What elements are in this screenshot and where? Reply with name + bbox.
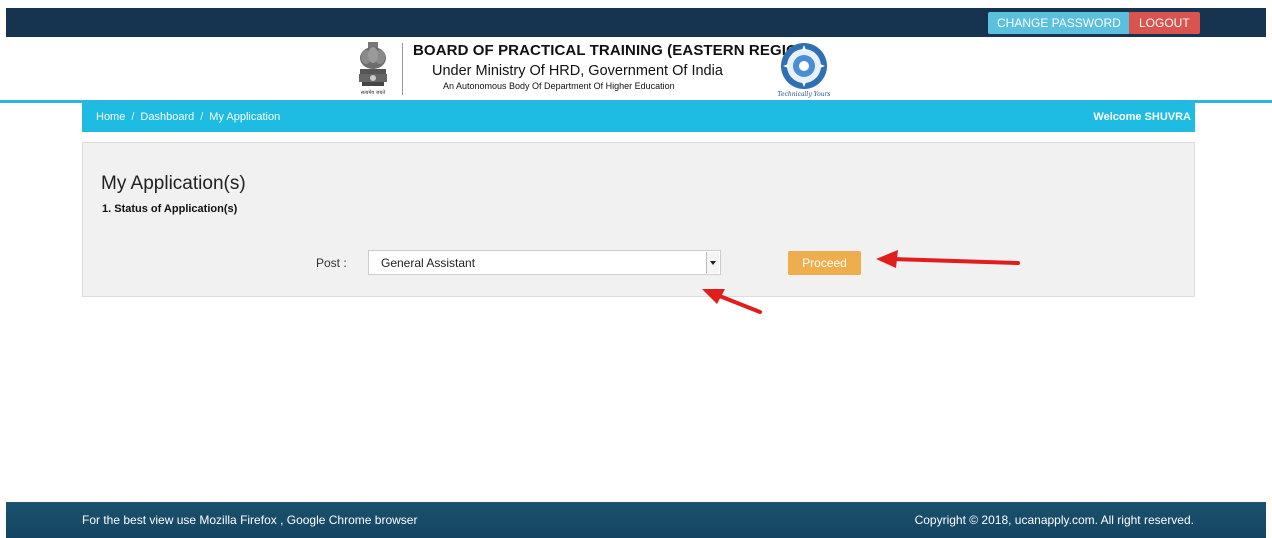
- breadcrumb-dashboard[interactable]: Dashboard: [140, 111, 194, 123]
- footer-browser-note: For the best view use Mozilla Firefox , …: [82, 513, 418, 527]
- national-emblem-icon: सत्यमेव जयते: [359, 42, 387, 96]
- breadcrumb-current: My Application: [209, 111, 281, 123]
- org-tagline: An Autonomous Body Of Department Of High…: [443, 81, 675, 91]
- org-title: BOARD OF PRACTICAL TRAINING (EASTERN REG…: [413, 42, 814, 59]
- dropdown-arrow-icon[interactable]: [706, 252, 719, 273]
- site-footer: For the best view use Mozilla Firefox , …: [6, 502, 1266, 538]
- seal-caption: Technically Yours: [777, 91, 830, 98]
- footer-copyright: Copyright © 2018, ucanapply.com. All rig…: [914, 513, 1194, 527]
- org-subtitle: Under Ministry Of HRD, Government Of Ind…: [432, 63, 723, 79]
- page-title: My Application(s): [101, 173, 246, 194]
- logout-button[interactable]: LOGOUT: [1129, 12, 1200, 34]
- breadcrumb-separator: /: [131, 111, 135, 123]
- post-selected-value: General Assistant: [381, 256, 476, 270]
- post-label: Post :: [316, 256, 347, 270]
- welcome-text: Welcome SHUVRA: [1093, 111, 1191, 123]
- breadcrumb-bar: Home / Dashboard / My Application Welcome SH…: [82, 103, 1195, 132]
- breadcrumb: Home / Dashboard / My Application: [96, 111, 280, 123]
- bopt-seal-icon: Technically Yours: [777, 43, 831, 98]
- site-header: सत्यमेव जयते BOARD OF PRACTICAL TRAINING…: [0, 37, 1272, 100]
- change-password-button[interactable]: CHANGE PASSWORD: [988, 12, 1130, 34]
- top-bar: CHANGE PASSWORD LOGOUT: [6, 8, 1266, 37]
- emblem-caption: सत्यमेव जयते: [361, 89, 386, 96]
- section-heading: 1. Status of Application(s): [102, 203, 238, 215]
- header-divider: [402, 43, 403, 95]
- post-select[interactable]: General Assistant: [368, 250, 721, 275]
- proceed-button[interactable]: Proceed: [788, 251, 861, 275]
- breadcrumb-separator: /: [200, 111, 204, 123]
- breadcrumb-home[interactable]: Home: [96, 111, 125, 123]
- application-panel: My Application(s) 1. Status of Applicati…: [82, 142, 1195, 297]
